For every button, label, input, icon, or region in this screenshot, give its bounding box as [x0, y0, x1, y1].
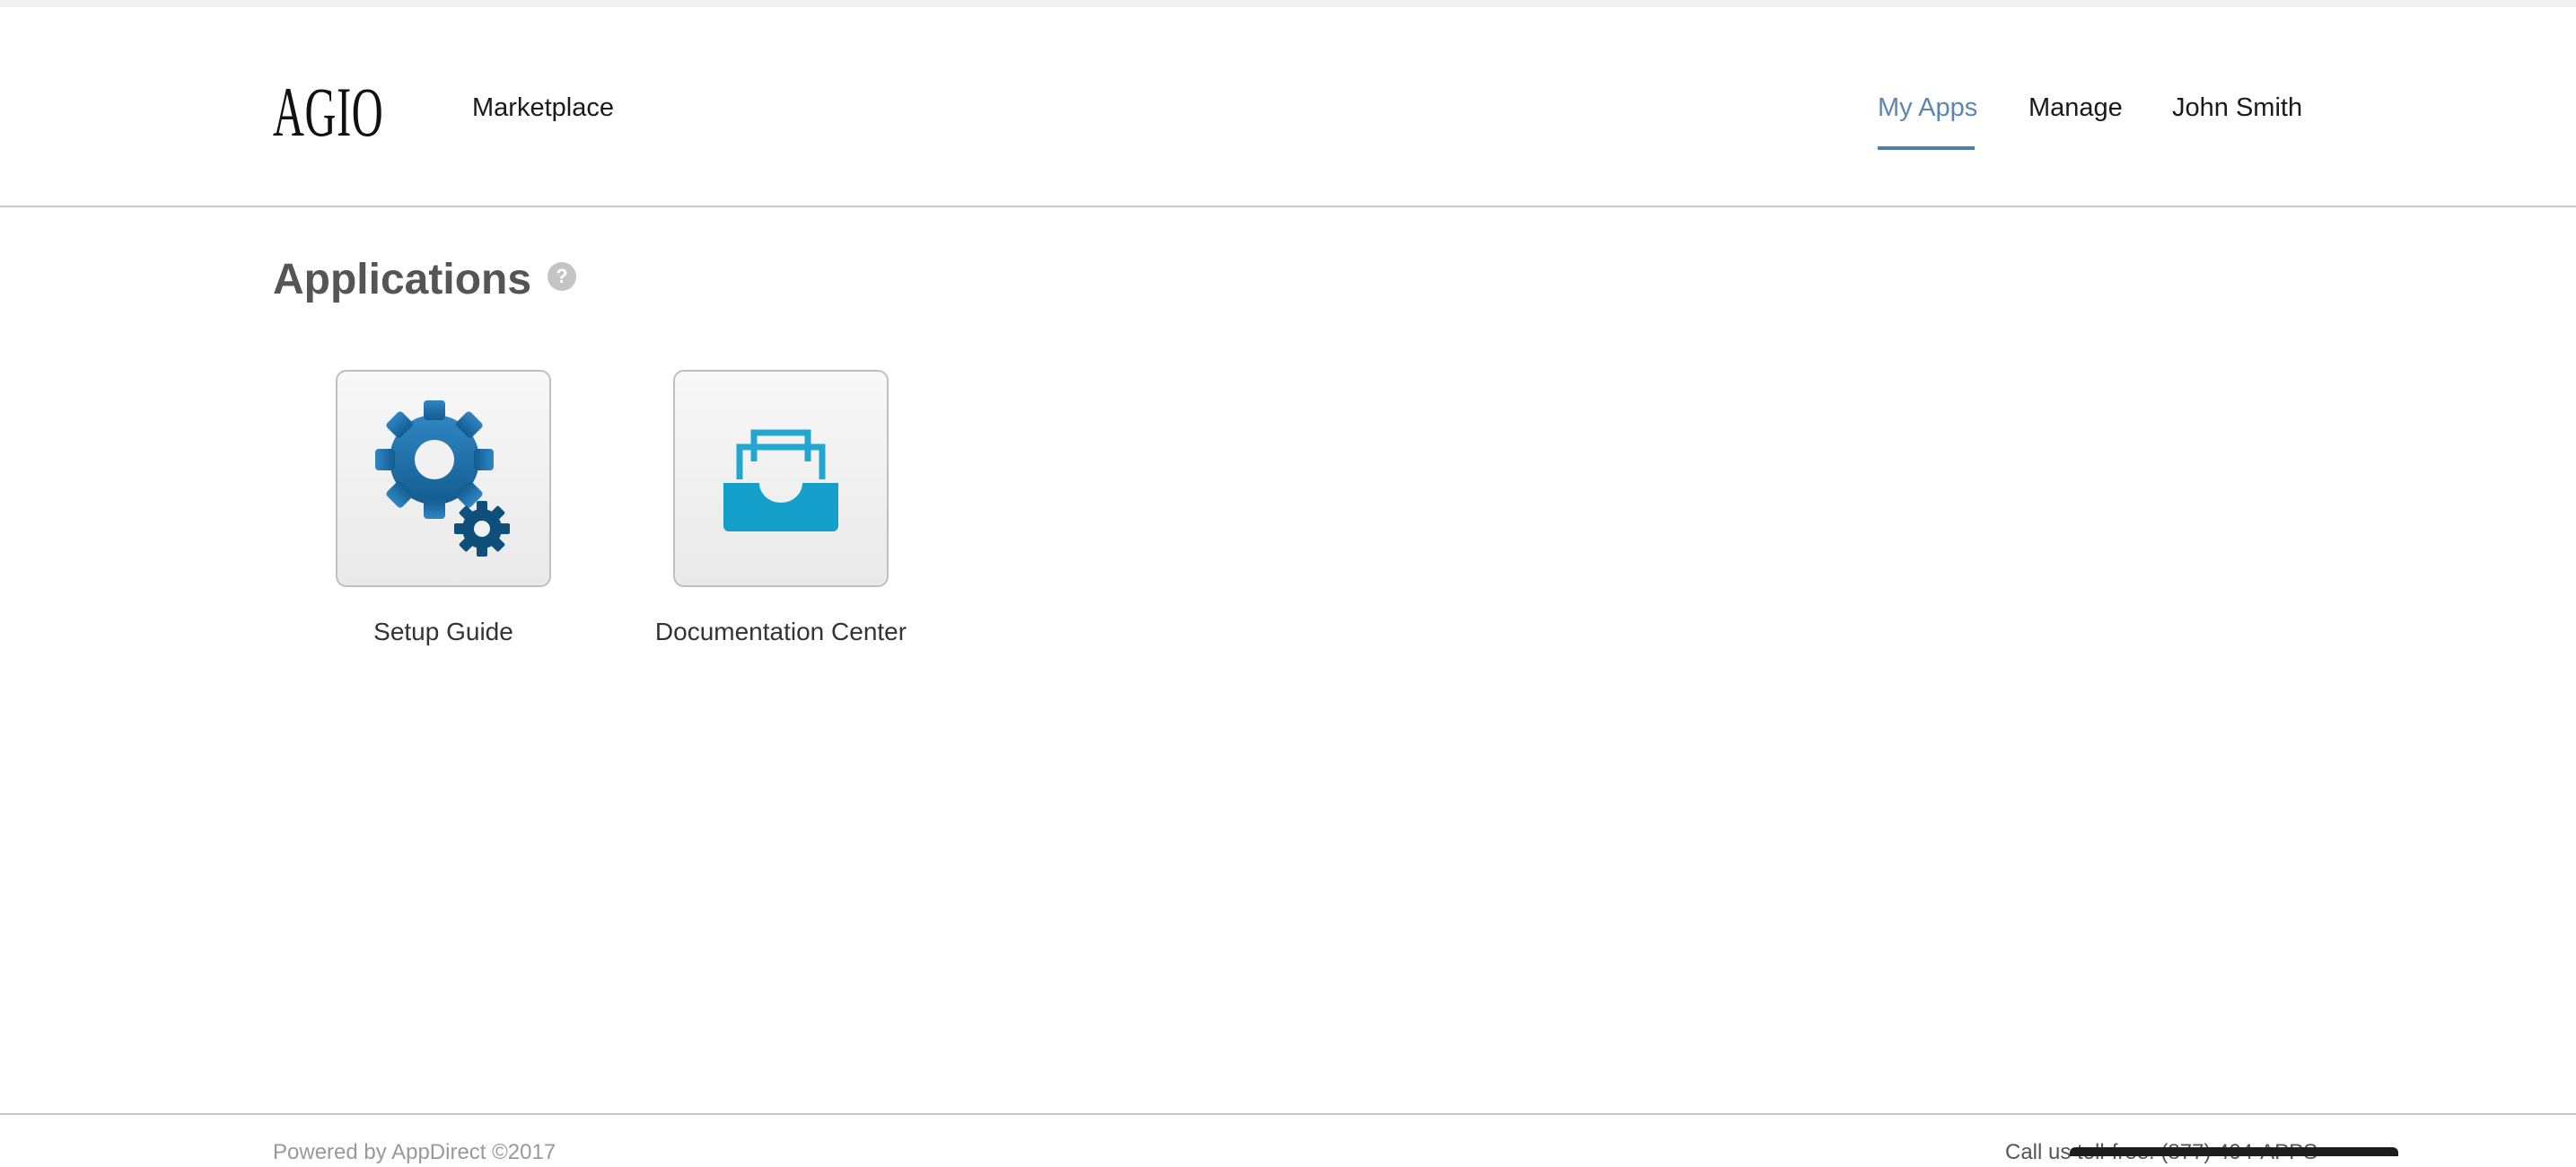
large-gear-shape	[375, 400, 494, 519]
tray-shape	[723, 429, 838, 531]
footer-divider	[0, 1113, 2576, 1115]
app-label-setup-guide[interactable]: Setup Guide	[318, 614, 569, 650]
footer-overlay-tooltip	[2070, 1147, 2398, 1156]
active-tab-underline	[1878, 146, 1975, 150]
app-tile-documentation-center[interactable]	[673, 370, 889, 587]
help-icon[interactable]: ?	[548, 262, 576, 291]
gears-icon	[375, 400, 510, 557]
small-gear-shape	[454, 501, 510, 557]
nav-marketplace-link[interactable]: Marketplace	[472, 90, 614, 126]
footer-copyright: Powered by AppDirect ©2017	[273, 1140, 556, 1164]
top-strip	[0, 0, 2576, 7]
app-label-documentation-center[interactable]: Documentation Center	[628, 614, 933, 650]
user-menu-link[interactable]: John Smith	[2172, 90, 2302, 126]
agio-logo[interactable]: AGIO	[273, 72, 383, 153]
nav-my-apps-link[interactable]: My Apps	[1878, 90, 1977, 126]
nav-manage-link[interactable]: Manage	[2028, 90, 2123, 126]
app-tile-setup-guide[interactable]	[336, 370, 551, 587]
page-title: Applications	[273, 256, 532, 303]
top-navigation-bar: AGIO Marketplace My Apps Manage John Smi…	[0, 7, 2576, 207]
inbox-tray-icon	[723, 429, 838, 531]
